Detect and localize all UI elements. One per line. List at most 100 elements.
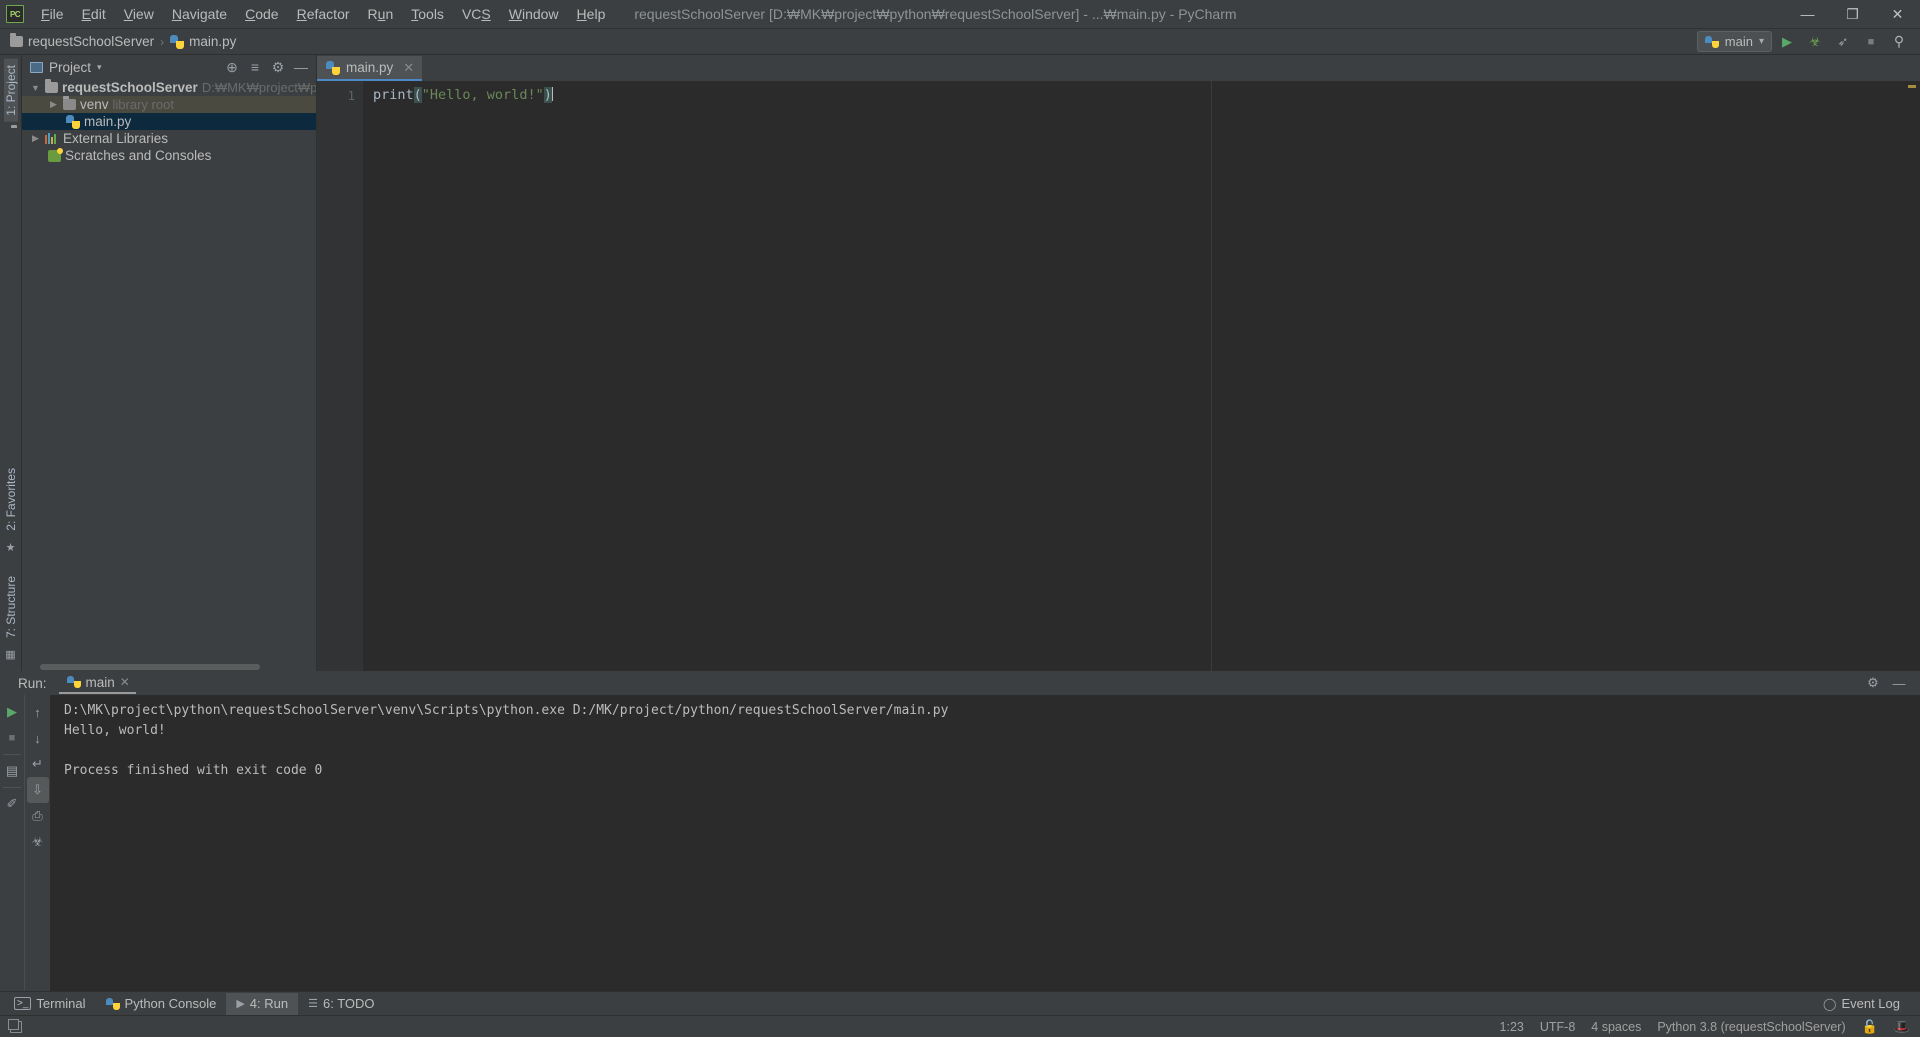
rail-item-favorites[interactable]: 2: Favorites: [4, 462, 18, 537]
file-encoding[interactable]: UTF-8: [1540, 1020, 1575, 1034]
bottom-tab-run[interactable]: ▶ 4: Run: [226, 992, 299, 1015]
menu-help[interactable]: Help: [568, 2, 615, 26]
debug-button[interactable]: ☣: [1802, 31, 1828, 53]
soft-wrap-button[interactable]: ↵: [27, 751, 49, 777]
editor-vertical-scrollbar[interactable]: [1906, 81, 1920, 671]
maximize-button[interactable]: ❐: [1830, 0, 1875, 29]
breadcrumb-project[interactable]: requestSchoolServer: [6, 32, 158, 51]
rail-item-structure[interactable]: 7: Structure: [4, 570, 18, 644]
menu-edit[interactable]: Edit: [73, 2, 115, 26]
bottom-tab-todo[interactable]: ☰ 6: TODO: [298, 993, 384, 1015]
menu-window[interactable]: Window: [500, 2, 568, 26]
breadcrumb-separator: ›: [160, 34, 165, 49]
menu-run[interactable]: Run: [359, 2, 403, 26]
close-icon[interactable]: ✕: [120, 675, 130, 689]
stop-square-icon: ■: [1867, 35, 1875, 48]
run-configuration-selector[interactable]: main ▾: [1696, 31, 1772, 52]
todo-icon: ☰: [308, 998, 318, 1010]
menu-refactor[interactable]: Refactor: [288, 2, 359, 26]
run-window-label: Run:: [18, 675, 47, 691]
unlock-icon[interactable]: 🔓: [1862, 1019, 1878, 1035]
locate-in-tree-button[interactable]: ⊕: [221, 57, 243, 77]
hide-project-panel-button[interactable]: —: [290, 57, 312, 77]
python-icon: [66, 676, 81, 688]
code-editor[interactable]: 1 print("Hello, world!"): [317, 81, 1920, 671]
menu-file[interactable]: File: [32, 2, 73, 26]
breadcrumb-file[interactable]: main.py: [166, 32, 240, 51]
console-line: Hello, world!: [64, 723, 166, 738]
rail-bottom-group: 2: Favorites ★ 7: Structure ▦: [4, 462, 18, 665]
close-button[interactable]: ✕: [1875, 0, 1920, 29]
tree-item-main-py[interactable]: main.py: [22, 113, 316, 130]
tree-item-venv[interactable]: ▶ venv library root: [22, 96, 316, 113]
project-horizontal-scrollbar[interactable]: [22, 663, 316, 671]
code-content[interactable]: print("Hello, world!"): [363, 81, 1906, 671]
minus-icon: —: [294, 59, 308, 75]
bottom-tab-terminal[interactable]: >_ Terminal: [4, 993, 96, 1015]
bottom-tool-bar: >_ Terminal Python Console ▶ 4: Run ☰ 6:…: [0, 991, 1920, 1015]
menu-tools[interactable]: Tools: [402, 2, 453, 26]
status-bar-right: 1:23 UTF-8 4 spaces Python 3.8 (requestS…: [1500, 1019, 1910, 1035]
scrollbar-thumb[interactable]: [40, 664, 260, 670]
collapse-all-button[interactable]: ≡: [244, 57, 266, 77]
bottom-tab-label: Python Console: [124, 996, 217, 1011]
pin-tab-button[interactable]: ✐: [1, 791, 23, 817]
close-icon[interactable]: ✕: [403, 60, 414, 76]
search-everywhere-button[interactable]: ⚲: [1886, 31, 1912, 53]
bottom-tab-python-console[interactable]: Python Console: [96, 993, 227, 1015]
menu-navigate[interactable]: Navigate: [163, 2, 236, 26]
chevron-down-icon[interactable]: ▼: [30, 83, 41, 93]
code-token-function: print: [373, 87, 414, 103]
minimize-button[interactable]: —: [1785, 0, 1830, 29]
folder-icon: [10, 33, 23, 47]
terminal-icon: >_: [14, 997, 32, 1010]
run-console-output[interactable]: D:\MK\project\python\requestSchoolServer…: [50, 695, 1920, 991]
chevron-right-icon[interactable]: ▶: [48, 99, 59, 110]
run-with-coverage-button[interactable]: ➶: [1830, 31, 1856, 53]
stop-button[interactable]: ■: [1858, 31, 1884, 53]
pin-icon: ✐: [6, 796, 18, 811]
menu-vcs[interactable]: VCS: [453, 2, 500, 26]
scroll-down-button[interactable]: ↓: [27, 725, 49, 751]
tree-item-project-root[interactable]: ▼ requestSchoolServer D:₩MK₩project₩pyth…: [22, 79, 316, 96]
chevron-right-icon[interactable]: ▶: [30, 133, 41, 144]
hide-run-window-button[interactable]: —: [1888, 670, 1910, 696]
printer-icon: ⎙: [32, 808, 43, 823]
caret-position[interactable]: 1:23: [1500, 1020, 1524, 1034]
project-panel-actions: ⊕ ≡ ⚙ —: [221, 57, 312, 77]
run-settings-button[interactable]: ⚙: [1862, 670, 1884, 696]
event-log-button[interactable]: ◯ Event Log: [1813, 993, 1910, 1015]
show-running-list-button[interactable]: ▤: [1, 758, 23, 784]
editor-tab-label: main.py: [346, 60, 394, 75]
run-tab-main[interactable]: main ✕: [58, 673, 136, 694]
show-tool-windows-icon[interactable]: [8, 1018, 22, 1033]
chevron-down-icon: ▾: [97, 61, 102, 72]
rail-item-project[interactable]: 1: Project: [3, 59, 18, 122]
warning-marker[interactable]: [1908, 85, 1916, 88]
rail-top-group: 1: Project: [3, 59, 18, 128]
run-button[interactable]: ▶: [1774, 31, 1800, 53]
play-triangle-icon: ▶: [7, 704, 17, 719]
project-panel-header: Project ▾ ⊕ ≡ ⚙ —: [22, 55, 316, 79]
scroll-up-button[interactable]: ↑: [27, 699, 49, 725]
print-button[interactable]: ⎙: [27, 803, 49, 829]
stop-process-button[interactable]: ■: [1, 725, 23, 751]
menu-view[interactable]: View: [115, 2, 163, 26]
rerun-button[interactable]: ▶: [1, 699, 23, 725]
project-view-icon: [30, 61, 43, 73]
hector-hat-icon[interactable]: 🎩: [1894, 1019, 1910, 1035]
indent-setting[interactable]: 4 spaces: [1591, 1020, 1641, 1034]
toolbar-divider: [3, 754, 21, 755]
project-settings-button[interactable]: ⚙: [267, 57, 289, 77]
tree-item-external-libraries[interactable]: ▶ External Libraries: [22, 130, 316, 147]
chevron-down-icon: ▾: [1758, 36, 1764, 47]
scroll-to-end-button[interactable]: ⇩: [26, 777, 49, 803]
editor-tab-main-py[interactable]: main.py ✕: [317, 56, 423, 81]
menu-code[interactable]: Code: [236, 2, 287, 26]
tree-item-scratches[interactable]: Scratches and Consoles: [22, 147, 316, 164]
console-line: D:\MK\project\python\requestSchoolServer…: [64, 703, 949, 718]
python-interpreter[interactable]: Python 3.8 (requestSchoolServer): [1657, 1020, 1845, 1034]
menu-bar: File Edit View Navigate Code Refactor Ru…: [32, 0, 614, 28]
clear-all-button[interactable]: ☣: [27, 829, 49, 855]
code-line-1: print("Hello, world!"): [373, 87, 1906, 104]
